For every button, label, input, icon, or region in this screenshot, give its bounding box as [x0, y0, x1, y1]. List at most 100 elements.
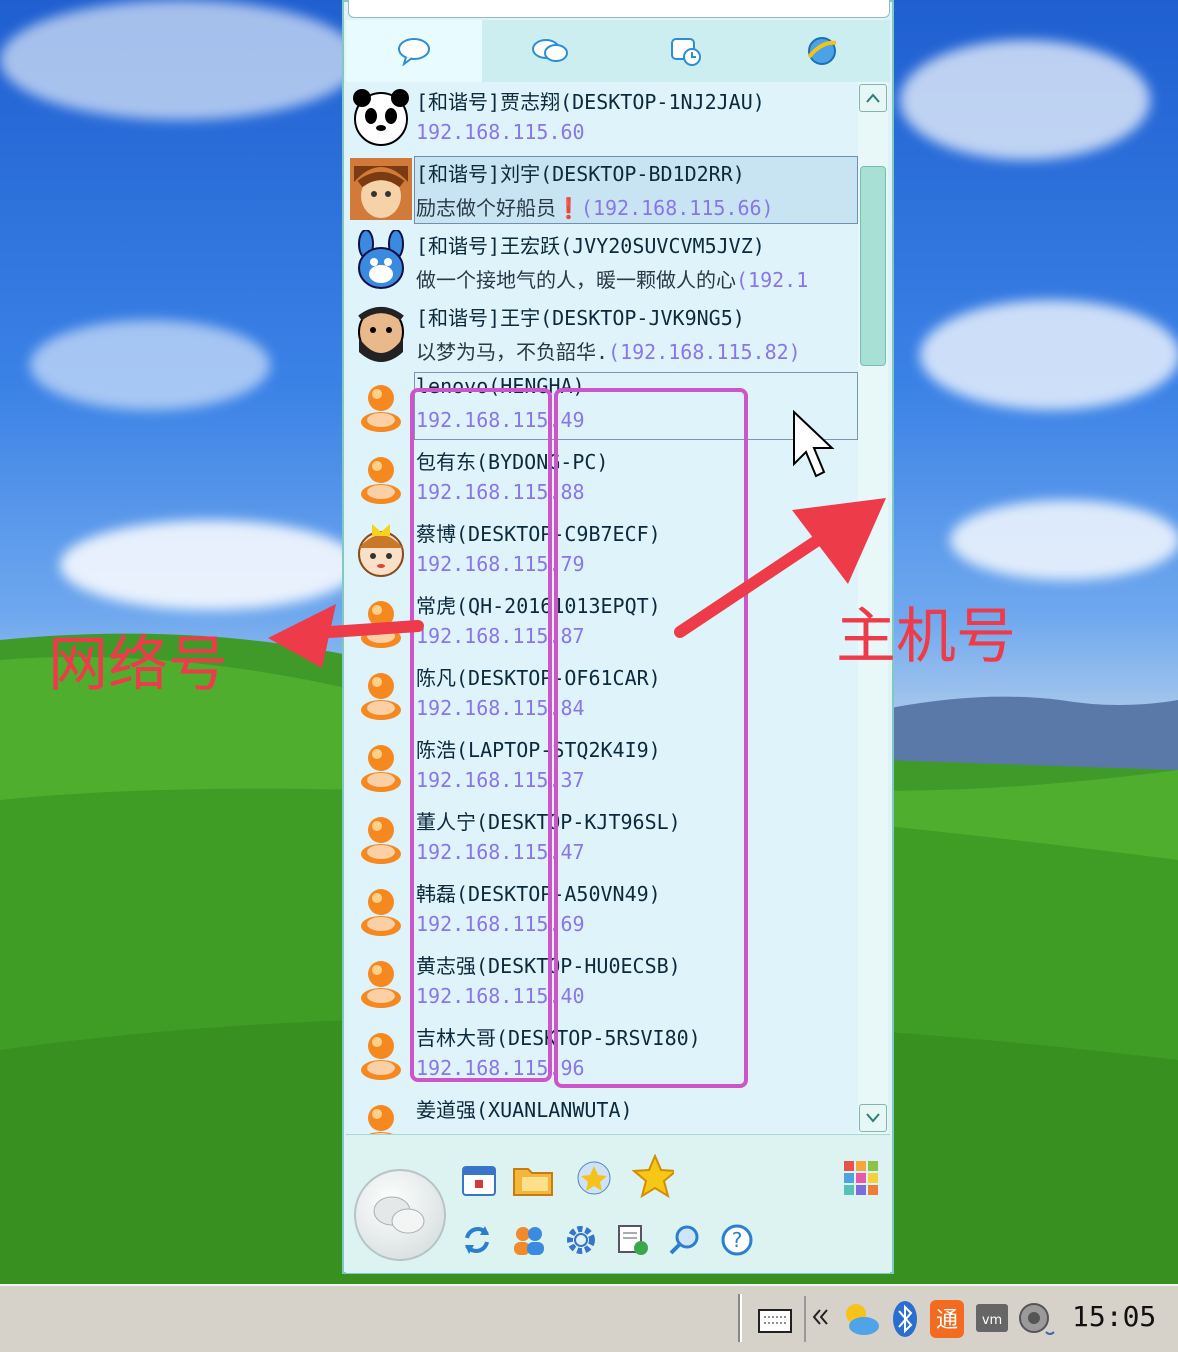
default-avatar[interactable] [350, 878, 412, 940]
mouse-cursor-icon [793, 410, 835, 478]
search-input[interactable] [348, 0, 890, 18]
default-avatar[interactable] [350, 374, 412, 436]
default-avatar[interactable] [350, 950, 412, 1012]
cloud [950, 500, 1178, 580]
grid-icon [844, 1161, 878, 1195]
contact-ip: (192.168.115.66) [580, 196, 774, 220]
apps-grid-button[interactable] [840, 1157, 882, 1199]
contact-item[interactable]: [和谐号]王宇(DESKTOP-JVK9NG5) 以梦为马，不负韶华.(192.1… [346, 298, 858, 370]
gear-icon [567, 1226, 595, 1254]
folder-icon [513, 1168, 553, 1196]
history-button[interactable] [612, 1219, 654, 1261]
keyboard-icon[interactable] [756, 1300, 794, 1338]
svg-text:通: 通 [936, 1308, 958, 1333]
users-button[interactable] [508, 1219, 550, 1261]
volume-icon[interactable] [1016, 1298, 1056, 1340]
users-icon [514, 1227, 544, 1255]
network-number-label: 网络号 [48, 630, 228, 700]
tab-groups[interactable] [482, 20, 618, 82]
tab-bar [346, 20, 890, 82]
main-menu-button[interactable] [354, 1169, 446, 1261]
default-avatar[interactable] [350, 662, 412, 724]
settings-button[interactable] [560, 1219, 602, 1261]
svg-text:?: ? [732, 1228, 743, 1252]
default-avatar[interactable] [350, 734, 412, 796]
tray-separator [804, 1296, 806, 1342]
search-button[interactable] [664, 1219, 706, 1261]
expand-tray-icon[interactable] [810, 1306, 832, 1328]
help-icon: ? [721, 1224, 753, 1256]
search-icon [669, 1225, 699, 1255]
tab-web[interactable] [754, 20, 890, 82]
contact-item[interactable]: [和谐号]贾志翔(DESKTOP-1NJ2JAU) 192.168.115.60 [346, 82, 858, 154]
refresh-button[interactable] [456, 1219, 498, 1261]
contact-ip: 192.168.115.60 [416, 120, 585, 144]
contact-name: [和谐号]刘宇(DESKTOP-BD1D2RR) [416, 162, 745, 186]
rabbit-avatar[interactable] [350, 229, 412, 292]
contact-name: 姜道强(XUANLANWUTA) [416, 1098, 633, 1122]
bearded-avatar[interactable] [350, 302, 412, 364]
cloud [30, 320, 270, 410]
default-avatar[interactable] [350, 806, 412, 868]
weather-icon[interactable] [840, 1298, 882, 1340]
scroll-down-button[interactable] [859, 1104, 887, 1132]
contact-item[interactable]: [和谐号]刘宇(DESKTOP-BD1D2RR) 励志做个好船员❗(192.168… [346, 154, 858, 226]
contact-ip: (192.168.115.82) [608, 340, 801, 364]
contact-name: [和谐号]王宇(DESKTOP-JVK9NG5) [416, 306, 745, 330]
cloud [0, 0, 360, 120]
web-icon [807, 37, 837, 65]
default-avatar[interactable] [350, 590, 412, 652]
tab-recent[interactable] [618, 20, 754, 82]
contact-status: 192.168.115.60 [416, 120, 585, 144]
refresh-icon [465, 1226, 489, 1254]
contact-signature: 以梦为马，不负韶华. [416, 340, 609, 364]
default-avatar[interactable] [350, 446, 412, 508]
host-number-label: 主机号 [836, 602, 1016, 672]
default-avatar[interactable] [350, 1094, 412, 1134]
favorites-button[interactable] [632, 1154, 674, 1198]
cloud [920, 300, 1178, 410]
contact-signature: 励志做个好船员❗ [416, 196, 581, 220]
recent-icon [671, 38, 701, 66]
star-icon [632, 1154, 674, 1198]
scroll-thumb[interactable] [860, 166, 886, 366]
main-menu-icon [373, 1196, 425, 1234]
panda-avatar[interactable] [350, 86, 412, 148]
bluetooth-icon[interactable] [890, 1298, 920, 1340]
vmware-icon[interactable]: vm [974, 1300, 1010, 1336]
boy-avatar[interactable] [350, 158, 412, 220]
cloud [60, 520, 360, 610]
plugin-button[interactable] [574, 1157, 616, 1199]
chevron-down-icon [866, 1113, 880, 1123]
contact-item[interactable]: 姜道强(XUANLANWUTA) [346, 1090, 858, 1134]
host-part-box [554, 388, 748, 1088]
clock[interactable]: 15:05 [1072, 1300, 1156, 1333]
taskbar: 通 vm 15:05 [0, 1284, 1178, 1352]
contact-status: 励志做个好船员❗(192.168.115.66) [416, 192, 774, 221]
system-tray: 通 vm 15:05 [742, 1292, 1172, 1346]
contact-item[interactable]: [和谐号]王宏跃(JVY20SUVCVM5JVZ) 做一个接地气的人，暖一颗做人的… [346, 226, 858, 298]
chat-icon [398, 38, 430, 66]
contact-name: [和谐号]王宏跃(JVY20SUVCVM5JVZ) [416, 234, 765, 258]
calendar-icon [462, 1166, 496, 1196]
cloud [900, 40, 1150, 160]
girl-avatar[interactable] [350, 518, 412, 580]
file-share-button[interactable] [512, 1159, 554, 1201]
messenger-tray-icon[interactable]: 通 [928, 1298, 966, 1340]
bottom-toolbar: ? [346, 1134, 890, 1273]
contact-status: 以梦为马，不负韶华.(192.168.115.82) [416, 336, 801, 365]
network-part-box [410, 388, 552, 1082]
contact-ip: (192.1 [736, 268, 809, 292]
scroll-up-button[interactable] [859, 84, 887, 112]
contact-name: [和谐号]贾志翔(DESKTOP-1NJ2JAU) [416, 90, 765, 114]
help-button[interactable]: ? [716, 1219, 758, 1261]
chevron-up-icon [866, 93, 880, 103]
svg-text:vm: vm [982, 1313, 1002, 1328]
contact-signature: 做一个接地气的人，暖一颗做人的心 [416, 268, 736, 292]
star-badge-icon [577, 1161, 611, 1195]
tab-contacts[interactable] [346, 20, 482, 82]
history-icon [618, 1225, 648, 1255]
calendar-button[interactable] [458, 1159, 500, 1201]
default-avatar[interactable] [350, 1022, 412, 1084]
group-chat-icon [532, 39, 568, 62]
